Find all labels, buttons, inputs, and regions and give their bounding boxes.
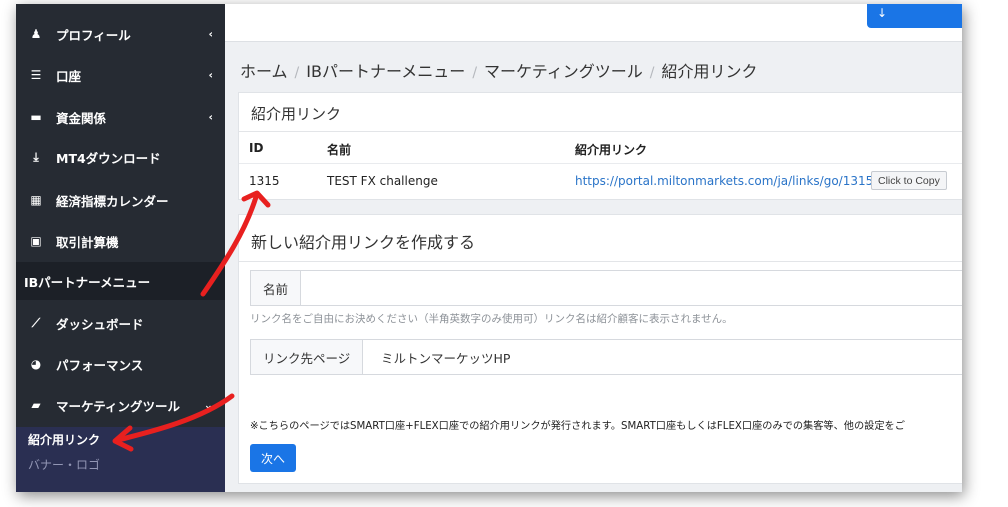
briefcase-icon: ▰ [31,398,41,412]
sidebar-item-marketing-tools[interactable]: ▰ マーケティングツール ⌄ [16,385,225,425]
sidebar-subitem-label: 紹介用リンク [28,432,101,447]
calendar-icon: ▦ [30,193,42,207]
sidebar-item-label: 取引計算機 [56,234,119,250]
column-header-id: ID [249,141,264,155]
notice-text: ※こちらのページではSMART口座+FLEX口座での紹介用リンクが発行されます。… [250,421,905,432]
sidebar-item-trade-calculator[interactable]: ▣ 取引計算機 [16,221,225,261]
sidebar-item-dashboard[interactable]: ⟋ ダッシュボード [16,303,225,343]
sidebar-item-label: 資金関係 [56,110,107,126]
breadcrumb-marketing-tools[interactable]: マーケティングツール [484,62,643,81]
pie-chart-icon: ◕ [30,357,42,371]
divider [239,261,962,262]
breadcrumb-separator: / [649,65,655,81]
breadcrumb-separator: / [294,65,300,81]
divider [239,131,962,132]
create-link-card: 新しい紹介用リンクを作成する 名前 リンク名をご自由にお決めください（半角英数字… [238,214,962,484]
sidebar-item-label: マーケティングツール [56,398,181,414]
sidebar-item-economic-calendar[interactable]: ▦ 経済指標カレンダー [16,180,225,220]
sidebar: ♟ プロフィール ‹ ☰ 口座 ‹ ▬ 資金関係 ‹ ⤓ MT4ダウンロード ▦… [16,4,225,492]
app-window: ♟ プロフィール ‹ ☰ 口座 ‹ ▬ 資金関係 ‹ ⤓ MT4ダウンロード ▦… [16,4,962,492]
top-bar: ↓ [225,4,962,42]
sidebar-item-accounts[interactable]: ☰ 口座 ‹ [16,55,225,95]
sidebar-section-label: IBパートナーメニュー [24,274,151,290]
breadcrumb: ホーム / IBパートナーメニュー / マーケティングツール / 紹介用リンク [240,58,758,82]
column-header-link: 紹介用リンク [575,143,648,157]
sidebar-subitem-label: バナー・ロゴ [28,457,101,472]
card-title: 紹介用リンク [251,105,342,123]
sidebar-submenu-bottom [16,477,225,492]
cell-id: 1315 [249,174,280,188]
sidebar-item-label: 口座 [56,68,82,84]
wallet-icon: ▬ [30,110,42,124]
list-icon: ☰ [30,68,42,82]
sidebar-subitem-banners-logos[interactable]: バナー・ロゴ [16,451,225,477]
chevron-left-icon: ‹ [208,68,213,82]
sidebar-section-ib-partner: IBパートナーメニュー [16,262,225,300]
breadcrumb-ib-partner-menu[interactable]: IBパートナーメニュー [306,62,465,81]
sidebar-subitem-referral-links[interactable]: 紹介用リンク [16,427,225,451]
person-icon: ♟ [30,27,42,41]
breadcrumb-current: 紹介用リンク [661,62,758,81]
main-content: ↓ ホーム / IBパートナーメニュー / マーケティングツール / 紹介用リンク 紹介用リ… [225,4,962,492]
link-target-field-group: リンク先ページ ミルトンマーケッツHP [250,339,962,375]
sidebar-item-label: プロフィール [56,27,131,43]
name-hint-text: リンク名をご自由にお決めください（半角英数字のみ使用可）リンク名は紹介顧客に表示… [250,313,733,325]
sidebar-item-profile[interactable]: ♟ プロフィール ‹ [16,14,225,54]
breadcrumb-separator: / [472,65,478,81]
sidebar-item-label: ダッシュボード [56,316,144,332]
link-target-label: リンク先ページ [251,340,364,374]
calculator-icon: ▣ [30,234,42,248]
chart-icon: ⟋ [31,315,41,330]
referral-links-card: 紹介用リンク ID 名前 紹介用リンク 1315 TEST FX challen… [238,92,962,200]
breadcrumb-home[interactable]: ホーム [240,62,288,81]
card-title: 新しい紹介用リンクを作成する [251,233,476,252]
top-action-button[interactable]: ↓ [867,4,962,28]
sidebar-item-performance[interactable]: ◕ パフォーマンス [16,344,225,384]
sidebar-item-label: MT4ダウンロード [56,150,161,166]
chevron-left-icon: ‹ [208,27,213,41]
download-icon: ⤓ [33,149,39,164]
chevron-left-icon: ‹ [208,110,213,124]
link-target-select[interactable]: ミルトンマーケッツHP [381,340,510,374]
sidebar-item-funds[interactable]: ▬ 資金関係 ‹ [16,97,225,137]
column-header-name: 名前 [327,143,352,157]
cell-name: TEST FX challenge [327,174,438,188]
referral-link[interactable]: https://portal.miltonmarkets.com/ja/link… [575,174,873,188]
copy-button[interactable]: Click to Copy [871,171,947,190]
sidebar-item-label: 経済指標カレンダー [56,193,169,209]
name-field-label: 名前 [251,271,302,305]
next-button[interactable]: 次へ [250,444,296,472]
name-field-group: 名前 [250,270,962,306]
chevron-down-icon: ⌄ [203,398,213,412]
divider [239,163,962,164]
sidebar-item-mt4-download[interactable]: ⤓ MT4ダウンロード [16,137,225,177]
sidebar-item-label: パフォーマンス [56,357,144,373]
